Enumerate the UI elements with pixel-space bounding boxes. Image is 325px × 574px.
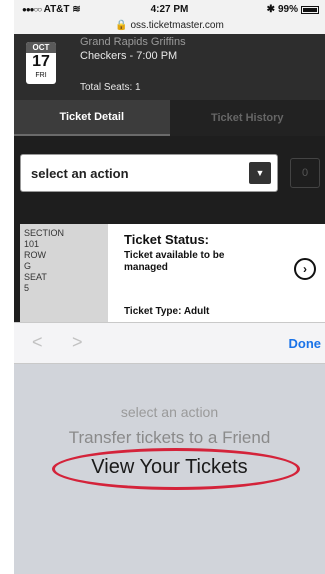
event-day: 17	[32, 53, 50, 70]
ticket-type: Ticket Type: Adult	[124, 306, 210, 317]
ticket-status-text: Ticket available to be managed	[124, 250, 225, 273]
action-row: select an action ▼ 0	[14, 136, 325, 224]
event-month: OCT	[26, 42, 56, 53]
event-date: OCT 17 FRI	[26, 42, 56, 84]
url-text: oss.ticketmaster.com	[130, 20, 224, 31]
battery: ✱ 99%	[267, 4, 319, 15]
ticket-status-title: Ticket Status:	[124, 232, 210, 247]
triangle-down-icon[interactable]: ▼	[249, 162, 271, 184]
tab-ticket-detail[interactable]: Ticket Detail	[14, 100, 170, 136]
ticket-count-badge: 0	[290, 158, 320, 188]
seat-label: SEAT	[24, 272, 47, 282]
lock-icon: 🔒	[115, 20, 128, 31]
row-value: G	[24, 261, 32, 271]
picker-option-select-action[interactable]: select an action	[14, 404, 325, 420]
event-teams: Grand Rapids Griffins	[80, 36, 186, 48]
bluetooth-icon: ✱	[266, 4, 275, 15]
seat-value: 5	[24, 283, 30, 293]
chevron-left-icon[interactable]: <	[32, 332, 43, 353]
event-total-seats: Total Seats: 1	[80, 82, 141, 93]
event-weekday: FRI	[35, 72, 47, 79]
chevron-right-icon[interactable]: >	[72, 332, 83, 353]
url-bar[interactable]: 🔒 oss.ticketmaster.com	[14, 20, 325, 34]
chevron-right-circle-icon[interactable]: ›	[294, 258, 316, 280]
row-label: ROW	[24, 250, 46, 260]
picker-toolbar: < > Done	[14, 322, 325, 364]
section-label: SECTION	[24, 228, 65, 238]
battery-icon	[301, 5, 319, 14]
section-value: 101	[24, 239, 40, 249]
picker-option-transfer[interactable]: Transfer tickets to a Friend	[14, 428, 325, 448]
tab-ticket-history[interactable]: Ticket History	[169, 100, 325, 136]
action-picker-wheel[interactable]: select an action Transfer tickets to a F…	[14, 364, 325, 574]
phone-screen: ●●●○○ AT&T ≋ 4:27 PM ✱ 99% 🔒 oss.ticketm…	[14, 0, 325, 574]
action-select[interactable]: select an action ▼	[20, 154, 278, 192]
highlight-annotation	[52, 448, 300, 490]
ticket-tabs: Ticket Detail Ticket History	[14, 100, 325, 136]
status-bar: ●●●○○ AT&T ≋ 4:27 PM ✱ 99%	[14, 0, 325, 20]
event-header: OCT 17 FRI Grand Rapids Griffins Checker…	[14, 34, 325, 100]
action-select-value: select an action	[31, 165, 129, 181]
ticket-status-panel: Ticket Status: Ticket available to be ma…	[116, 224, 325, 322]
done-button[interactable]: Done	[289, 336, 322, 351]
ticket-card[interactable]: SECTION 101 ROW G SEAT 5 Ticket Status: …	[20, 224, 325, 322]
battery-percent: 99%	[277, 4, 298, 15]
event-opponent-time: Checkers - 7:00 PM	[80, 50, 178, 62]
ticket-seat-info: SECTION 101 ROW G SEAT 5	[20, 224, 108, 322]
